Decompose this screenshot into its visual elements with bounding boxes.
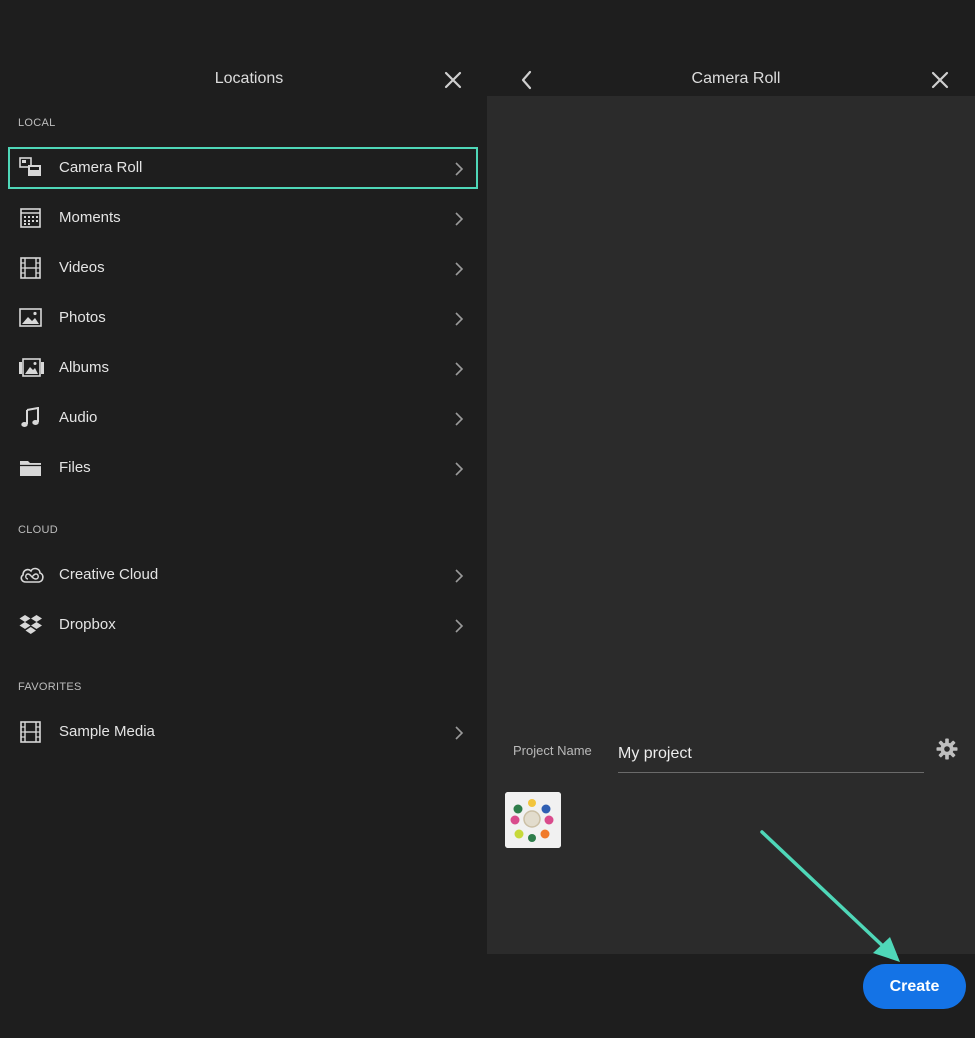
location-item-dropbox[interactable]: Dropbox (8, 604, 478, 646)
location-label: Files (59, 459, 91, 476)
camera-roll-title: Camera Roll (691, 70, 781, 87)
chevron-right-icon (454, 211, 464, 227)
project-name-label: Project Name (513, 743, 592, 758)
create-button[interactable]: Create (863, 964, 966, 1009)
locations-panel: Locations LOCAL Camera Roll Moments Vide… (0, 0, 487, 1038)
close-icon[interactable] (438, 65, 468, 95)
camera-roll-icon (19, 157, 43, 179)
location-label: Creative Cloud (59, 566, 159, 583)
location-label: Sample Media (59, 723, 155, 740)
location-item-albums[interactable]: Albums (8, 347, 478, 389)
locations-header: Locations (0, 62, 487, 98)
chevron-right-icon (454, 261, 464, 277)
music-note-icon (19, 406, 43, 429)
location-item-sample-media[interactable]: Sample Media (8, 711, 478, 753)
gear-icon[interactable] (936, 738, 958, 760)
albums-icon (19, 357, 44, 379)
location-item-creative-cloud[interactable]: Creative Cloud (8, 554, 478, 596)
location-label: Videos (59, 259, 105, 276)
location-label: Dropbox (59, 616, 116, 633)
location-label: Albums (59, 359, 110, 376)
creative-cloud-icon (19, 564, 44, 586)
dropbox-icon (19, 614, 43, 636)
location-label: Photos (59, 309, 106, 326)
camera-roll-panel: Camera Roll Project Name (487, 0, 975, 1038)
location-item-camera-roll[interactable]: Camera Roll (8, 147, 478, 189)
film-icon (19, 257, 43, 279)
location-label: Audio (59, 409, 98, 426)
chevron-right-icon (454, 725, 464, 741)
close-icon[interactable] (925, 65, 955, 95)
folder-icon (19, 457, 43, 479)
location-item-videos[interactable]: Videos (8, 247, 478, 289)
image-icon (19, 307, 43, 329)
locations-title: Locations (214, 70, 284, 87)
calendar-icon (19, 207, 43, 229)
chevron-right-icon (454, 361, 464, 377)
project-name-input[interactable] (618, 733, 924, 773)
section-label-local: LOCAL (18, 117, 56, 129)
location-label: Moments (59, 209, 121, 226)
location-item-moments[interactable]: Moments (8, 197, 478, 239)
section-label-favorites: FAVORITES (18, 681, 82, 693)
media-thumbnail[interactable] (505, 792, 561, 848)
chevron-right-icon (454, 411, 464, 427)
location-label: Camera Roll (59, 159, 143, 176)
location-item-photos[interactable]: Photos (8, 297, 478, 339)
film-icon (19, 721, 43, 743)
chevron-right-icon (454, 461, 464, 477)
location-item-files[interactable]: Files (8, 447, 478, 489)
camera-roll-header: Camera Roll (487, 62, 975, 98)
location-item-audio[interactable]: Audio (8, 397, 478, 439)
section-label-cloud: CLOUD (18, 524, 59, 536)
chevron-right-icon (454, 618, 464, 634)
chevron-right-icon (454, 311, 464, 327)
chevron-right-icon (454, 568, 464, 584)
chevron-right-icon (454, 161, 464, 177)
